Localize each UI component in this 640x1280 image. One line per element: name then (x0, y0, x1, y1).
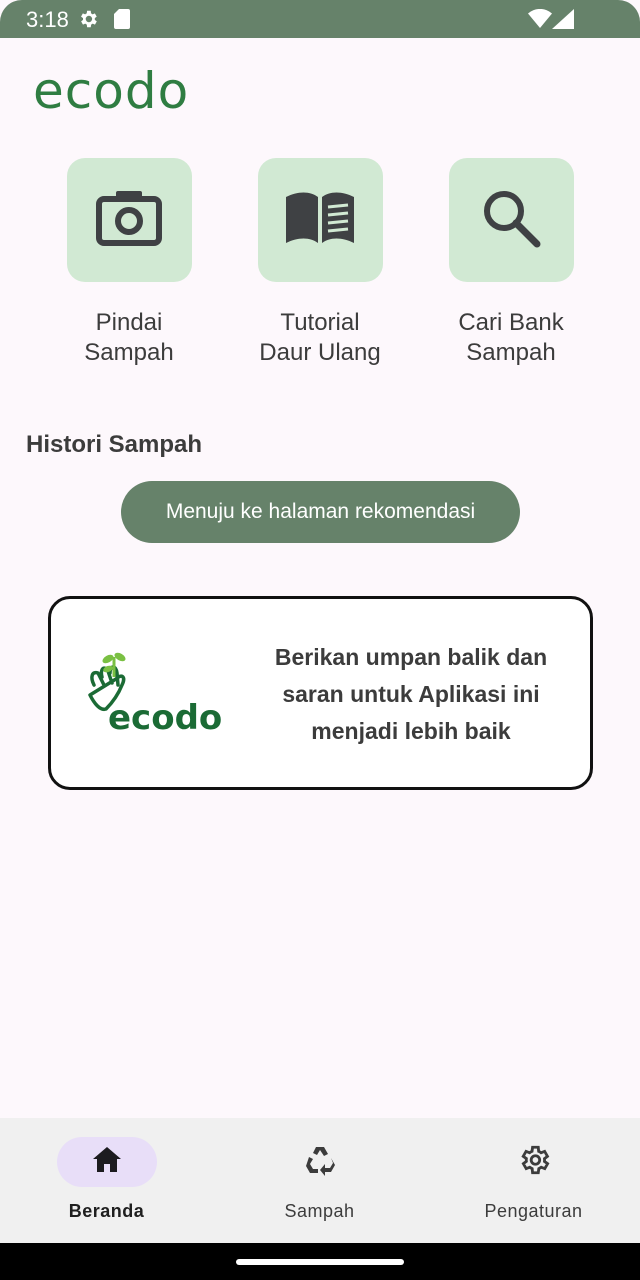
find-waste-bank-label: Cari Bank Sampah (458, 309, 564, 366)
feedback-card[interactable]: ecodo Berikan umpan balik dan saran untu… (48, 596, 593, 790)
find-waste-bank-tile[interactable] (448, 158, 574, 282)
app-logo: ecodo (33, 62, 190, 120)
scan-waste-tile[interactable] (66, 158, 192, 282)
recycle-icon (303, 1143, 337, 1182)
gesture-bar (0, 1243, 640, 1280)
home-indicator[interactable] (236, 1259, 404, 1265)
book-icon (284, 191, 356, 250)
status-bar: 3:18 (0, 0, 640, 38)
home-screen: ecodo Pindai Sampah Tutorial Daur Ulang … (0, 38, 640, 1118)
wifi-icon (528, 8, 552, 34)
recommendation-button[interactable]: Menuju ke halaman rekomendasi (121, 481, 520, 543)
home-icon (92, 1146, 122, 1179)
nav-pill-pengaturan[interactable] (484, 1137, 584, 1187)
nav-active-indicator[interactable] (56, 1137, 157, 1187)
settings-status-icon (77, 8, 99, 35)
history-title: Histori Sampah (26, 431, 203, 458)
nav-label-sampah: Sampah (284, 1201, 355, 1221)
status-time: 3:18 (26, 7, 69, 32)
ecodo-logo-text: ecodo (108, 698, 222, 738)
find-waste-bank-feature[interactable]: Cari Bank Sampah (431, 158, 591, 368)
recycle-tutorial-tile[interactable] (257, 158, 383, 282)
scan-waste-label: Pindai Sampah (84, 309, 174, 366)
settings-icon (517, 1143, 551, 1182)
nav-item-pengaturan[interactable]: Pengaturan (427, 1118, 640, 1243)
ecodo-logo: ecodo (84, 651, 224, 746)
nav-item-sampah[interactable]: Sampah (213, 1118, 426, 1243)
nav-pill-sampah[interactable] (270, 1137, 370, 1187)
scan-waste-feature[interactable]: Pindai Sampah (49, 158, 209, 368)
recycle-tutorial-label: Tutorial Daur Ulang (259, 309, 381, 366)
nav-label-beranda: Beranda (68, 1201, 145, 1221)
feedback-text: Berikan umpan balik dan saran untuk Apli… (274, 644, 548, 744)
camera-icon (96, 189, 162, 252)
nav-label-pengaturan: Pengaturan (484, 1201, 583, 1221)
recycle-tutorial-feature[interactable]: Tutorial Daur Ulang (240, 158, 400, 368)
sd-card-icon (114, 9, 130, 34)
search-icon (480, 187, 542, 254)
signal-icon (552, 9, 574, 34)
nav-item-beranda[interactable]: Beranda (0, 1118, 213, 1243)
bottom-navigation: Beranda Sampah Pengaturan (0, 1118, 640, 1243)
